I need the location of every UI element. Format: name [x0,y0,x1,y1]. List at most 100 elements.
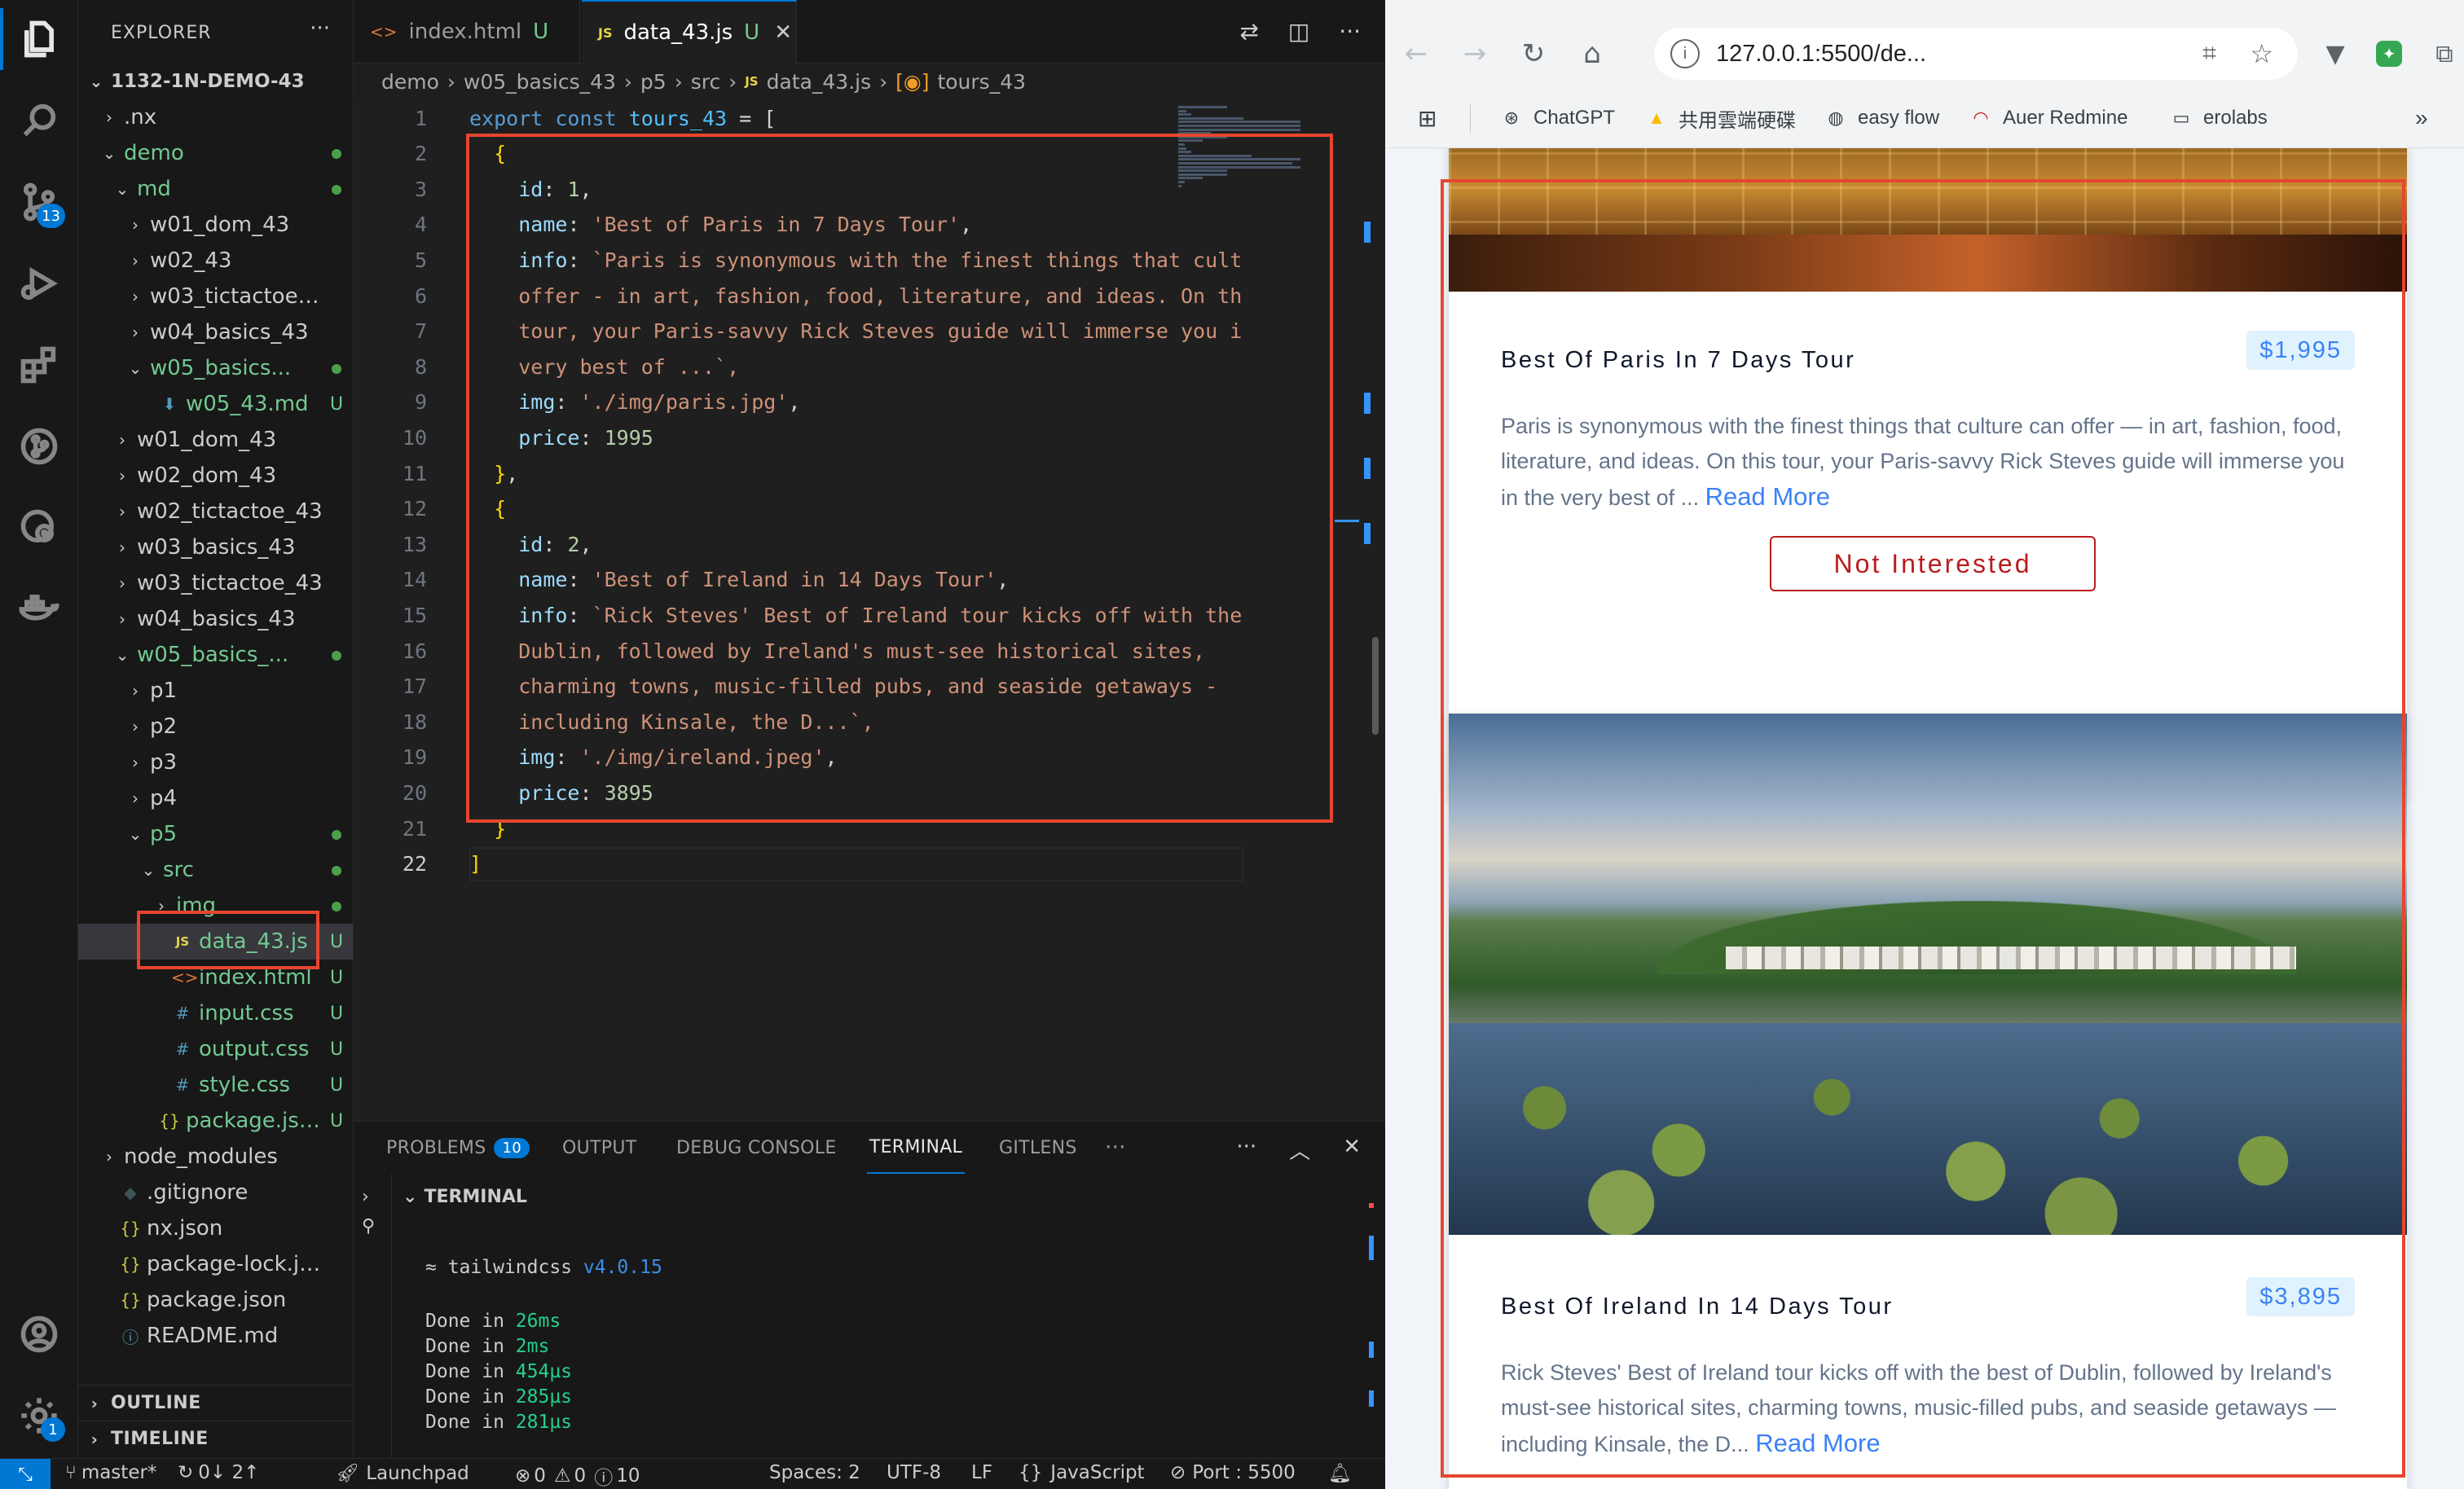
tab-gitlens[interactable]: GITLENS [999,1122,1077,1174]
tree-item[interactable]: ⌄ demo [78,135,353,171]
tab-debug-console[interactable]: DEBUG CONSOLE [676,1122,837,1174]
bookmark-easy-flow[interactable]: ◍ easy flow [1824,104,1939,132]
reload-icon[interactable]: ↻ [1516,36,1551,72]
tree-item[interactable]: <> index.html U [78,960,353,995]
tree-item[interactable]: ◆ .gitignore [78,1175,353,1210]
read-more-link[interactable]: Read More [1705,482,1830,511]
bookmark-star-icon[interactable]: ☆ [2250,38,2273,69]
tree-item[interactable]: ⌄ w05_basics_... [78,637,353,673]
tree-item[interactable]: › node_modules [78,1139,353,1175]
bookmark-auer-redmine[interactable]: ◠ Auer Redmine [1969,104,2127,132]
tree-item[interactable]: › .nx [78,99,353,135]
compare-changes-icon[interactable]: ⇄ [1239,18,1258,45]
more-actions-icon[interactable]: ··· [1236,1135,1256,1165]
tree-item[interactable]: # style.css U [78,1067,353,1103]
remote-explorer-icon[interactable] [0,489,78,567]
extensions-puzzle-icon[interactable]: ⧉ [2428,36,2461,72]
not-interested-button[interactable]: Not Interested [1770,536,2096,591]
tree-item[interactable]: {} package-lock.json [78,1246,353,1282]
tree-item[interactable]: › w02_dom_43 [78,458,353,494]
forward-arrow-icon[interactable]: → [1457,36,1493,72]
live-server-status[interactable]: ⊘ Port : 5500 [1170,1462,1296,1483]
split-editor-icon[interactable]: ◫ [1288,18,1309,45]
tree-item[interactable]: › p3 [78,744,353,780]
sync-status[interactable]: ↻ 0↓ 2↑ [178,1462,259,1483]
tree-item[interactable]: › w04_basics_43 [78,601,353,637]
source-control-icon[interactable]: 13 [0,163,78,241]
timeline-section[interactable]: › TIMELINE [78,1421,353,1456]
tree-item[interactable]: › w03_tictactoe_43 [78,279,353,314]
tree-item[interactable]: # output.css U [78,1031,353,1067]
tree-item[interactable]: # input.css U [78,995,353,1031]
maximize-panel-icon[interactable]: ︿ [1289,1135,1310,1165]
tree-item[interactable]: › w04_basics_43 [78,314,353,350]
back-arrow-icon[interactable]: ← [1398,36,1434,72]
read-more-link[interactable]: Read More [1755,1429,1880,1457]
remote-indicator-icon[interactable]: ⤡ [0,1459,51,1489]
tree-item[interactable]: › w03_tictactoe_43 [78,565,353,601]
eol-status[interactable]: LF [971,1462,992,1483]
tree-item[interactable]: › w03_basics_43 [78,529,353,565]
more-actions-icon[interactable]: ··· [1339,18,1361,45]
panel-more-icon[interactable]: ··· [1105,1122,1126,1174]
tree-item[interactable]: ⓘ README.md [78,1318,353,1354]
tree-item[interactable]: › p1 [78,673,353,709]
breadcrumb-item[interactable]: src [691,70,721,94]
tree-item[interactable]: › w01_dom_43 [78,207,353,243]
accounts-icon[interactable] [0,1295,78,1373]
breadcrumb-item[interactable]: w05_basics_43 [464,70,616,94]
launchpad-status[interactable]: 🚀︎ Launchpad [336,1462,469,1485]
bookmark-shared-drive[interactable]: ▲ 共用雲端硬碟 [1644,104,1796,132]
tree-item[interactable]: ⌄ md [78,171,353,207]
branch-status[interactable]: ⑂ master* [65,1462,156,1483]
tree-item[interactable]: › w02_tictactoe_43 [78,494,353,529]
tree-item[interactable]: ⌄ p5 [78,816,353,852]
tree-item[interactable]: {} package.json [78,1282,353,1318]
breadcrumb-item[interactable]: data_43.js [767,70,872,94]
tree-item[interactable]: JS data_43.js U [78,924,353,960]
root-folder[interactable]: ⌄ 1132-1N-DEMO-43 [78,64,353,99]
tab-terminal[interactable]: TERMINAL [867,1122,965,1174]
outline-section[interactable]: › OUTLINE [78,1385,353,1421]
tree-item[interactable]: › w01_dom_43 [78,422,353,458]
indentation-status[interactable]: Spaces: 2 [769,1462,860,1483]
tab-index-html[interactable]: <> index.html U [354,0,580,64]
more-bookmarks-icon[interactable]: » [2415,104,2428,132]
tree-item[interactable]: ⌄ w05_basics... [78,350,353,386]
notifications-bell-icon[interactable]: 🔔︎ [1328,1462,1352,1484]
docker-icon[interactable] [0,570,78,648]
breadcrumb-item[interactable]: tours_43 [937,70,1026,94]
breadcrumb-item[interactable]: p5 [640,70,667,94]
run-debug-icon[interactable] [0,244,78,323]
editor-scrollbar[interactable] [1335,99,1379,1121]
tree-item[interactable]: › w02_43 [78,243,353,279]
tab-output[interactable]: OUTPUT [562,1122,636,1174]
code-editor[interactable]: 1 export const tours_43 = [2 {3 id: 1, 4 n… [354,99,1385,1121]
green-extension-icon[interactable]: ✦ [2371,36,2407,72]
address-bar[interactable]: i 127.0.0.1:5500/de... ⌗ ☆ [1654,28,2298,80]
close-panel-icon[interactable]: ✕ [1343,1135,1361,1165]
problems-status[interactable]: ⊗ 0 ⚠ 0 ⓘ 10 [515,1462,640,1489]
tree-item[interactable]: ⬇ w05_43.md U [78,386,353,422]
extensions-icon[interactable] [0,326,78,404]
home-icon[interactable]: ⌂ [1574,36,1610,72]
terminal-header[interactable]: ⌄ TERMINAL [403,1187,527,1207]
vpn-extension-icon[interactable]: ▼ [2317,36,2353,72]
tree-item[interactable]: › img [78,888,353,924]
tree-item[interactable]: › p4 [78,780,353,816]
tree-item[interactable]: {} package.json U [78,1103,353,1139]
settings-gear-icon[interactable]: 1 [0,1377,78,1455]
explorer-icon[interactable] [0,0,78,78]
search-icon[interactable] [0,81,78,160]
chevron-right-icon[interactable]: › [362,1187,369,1207]
translate-icon[interactable]: ⌗ [2202,40,2216,68]
site-info-icon[interactable]: i [1670,39,1700,68]
pin-icon[interactable]: ⚲ [362,1216,375,1236]
tree-item[interactable]: {} nx.json [78,1210,353,1246]
explorer-more-icon[interactable]: ··· [310,16,330,41]
git-graph-icon[interactable] [0,407,78,485]
language-status[interactable]: {} JavaScript [1019,1462,1145,1483]
scrollbar-thumb[interactable] [1372,637,1379,735]
bookmark-chatgpt[interactable]: ⊛ ChatGPT [1499,104,1615,132]
tree-item[interactable]: › p2 [78,709,353,744]
